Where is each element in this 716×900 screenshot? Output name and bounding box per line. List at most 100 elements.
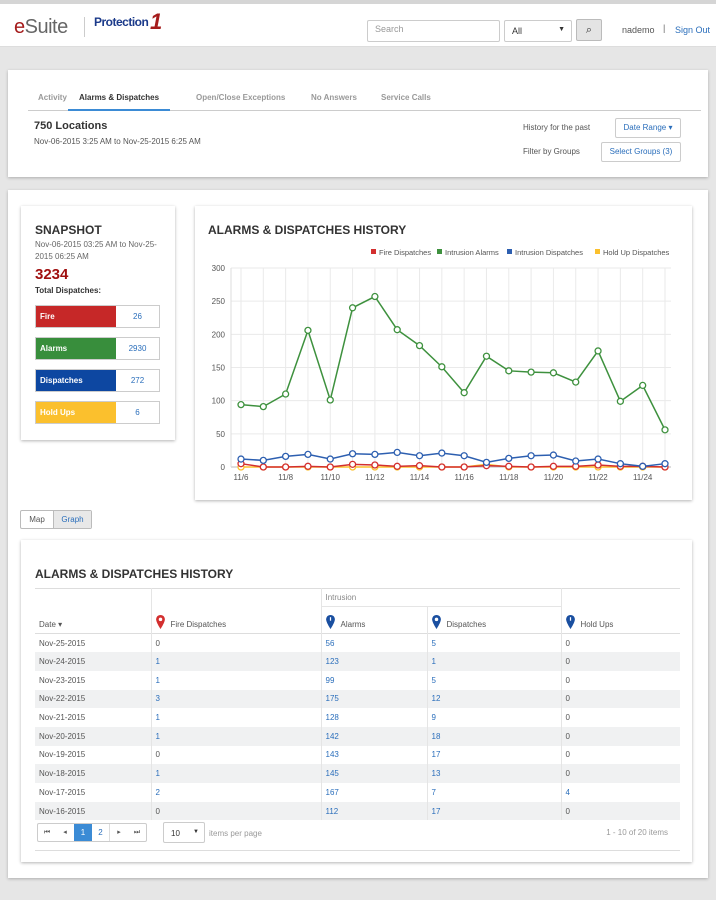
x-tick-label: 11/14 xyxy=(410,473,430,482)
tab-activity[interactable]: Activity xyxy=(38,93,67,102)
snapshot-fire[interactable]: Fire 26 xyxy=(35,305,160,328)
fire-cell[interactable]: 1 xyxy=(151,726,322,746)
col-hold-ups[interactable]: Hold Ups xyxy=(561,589,680,634)
x-tick-label: 11/20 xyxy=(544,473,564,482)
x-tick-label: 11/22 xyxy=(588,473,608,482)
alarms-cell[interactable]: 56 xyxy=(321,633,428,653)
dispatches-cell[interactable]: 18 xyxy=(427,726,562,746)
page-1-button[interactable]: 1 xyxy=(74,824,92,841)
tab-service-calls[interactable]: Service Calls xyxy=(381,93,431,102)
date-cell: Nov-23-2015 xyxy=(35,670,152,690)
sign-out-link[interactable]: Sign Out xyxy=(675,25,710,35)
fire-cell[interactable]: 1 xyxy=(151,764,322,783)
dispatches-cell[interactable]: 7 xyxy=(427,783,562,802)
data-point xyxy=(237,455,245,463)
snapshot-holdups[interactable]: Hold Ups 6 xyxy=(35,401,160,424)
dispatches-cell[interactable]: 12 xyxy=(427,689,562,709)
data-point xyxy=(415,462,424,470)
col-alarms[interactable]: Alarms xyxy=(321,606,428,634)
dispatches-cell[interactable]: 17 xyxy=(427,801,562,821)
x-tick-label: 11/8 xyxy=(278,473,294,482)
data-point xyxy=(393,448,401,457)
page-2-button[interactable]: 2 xyxy=(92,824,110,841)
date-range-text: Nov-06-2015 3:25 AM to Nov-25-2015 6:25 … xyxy=(34,137,201,146)
dispatches-cell[interactable]: 17 xyxy=(427,745,562,765)
date-cell: Nov-21-2015 xyxy=(35,708,152,727)
fire-cell[interactable]: 1 xyxy=(151,652,322,671)
snapshot-dispatches[interactable]: Dispatches 272 xyxy=(35,369,160,392)
per-page-select[interactable]: 10 ▼ xyxy=(163,822,205,843)
alarms-cell[interactable]: 123 xyxy=(321,652,428,671)
last-page-button[interactable]: ⏭ xyxy=(128,824,146,841)
dispatches-cell[interactable]: 5 xyxy=(427,633,562,653)
y-tick-label: 250 xyxy=(212,297,226,306)
summary-panel: Activity Alarms & Dispatches Open/Close … xyxy=(8,70,708,177)
legend-label: Intrusion Alarms xyxy=(445,248,499,257)
data-point xyxy=(259,463,267,471)
filter-label: Filter by Groups xyxy=(523,147,580,156)
snapshot-alarms[interactable]: Alarms 2930 xyxy=(35,337,160,360)
holdups-cell[interactable]: 4 xyxy=(561,783,680,802)
alarms-cell[interactable]: 128 xyxy=(321,708,428,727)
data-point xyxy=(572,378,580,386)
tab-bar: Activity Alarms & Dispatches Open/Close … xyxy=(28,90,701,111)
alarms-cell[interactable]: 175 xyxy=(321,689,428,709)
data-point xyxy=(460,389,468,397)
dispatches-cell[interactable]: 13 xyxy=(427,764,562,783)
alarms-cell[interactable]: 143 xyxy=(321,745,428,765)
data-point xyxy=(527,368,535,376)
search-scope-select[interactable]: All ▼ xyxy=(504,20,572,42)
col-fire-dispatches[interactable]: Fire Dispatches xyxy=(151,588,322,634)
holdups-cell: 0 xyxy=(565,638,570,648)
locations-title: 750 Locations xyxy=(34,120,108,132)
col-dispatches[interactable]: Dispatches xyxy=(427,606,562,634)
next-page-button[interactable]: ▸ xyxy=(110,824,128,841)
table-title: ALARMS & DISPATCHES HISTORY xyxy=(35,567,234,581)
dispatches-cell[interactable]: 9 xyxy=(427,708,562,727)
map-view-button[interactable]: Map xyxy=(21,511,53,528)
search-input[interactable]: Search xyxy=(367,20,500,42)
data-point xyxy=(661,460,669,468)
prev-page-button[interactable]: ◂ xyxy=(56,824,74,841)
tab-alarms-dispatches[interactable]: Alarms & Dispatches xyxy=(68,93,171,111)
data-point xyxy=(438,363,446,371)
x-tick-label: 11/24 xyxy=(633,473,653,482)
first-page-button[interactable]: ⏮ xyxy=(38,824,56,841)
data-point xyxy=(259,456,267,465)
graph-view-button[interactable]: Graph xyxy=(53,511,91,528)
select-groups-button[interactable]: Select Groups (3) xyxy=(601,142,681,162)
fire-cell[interactable]: 2 xyxy=(151,783,322,802)
alarms-cell[interactable]: 112 xyxy=(321,801,428,821)
data-point xyxy=(549,462,558,470)
date-range-button[interactable]: Date Range ▾ xyxy=(615,118,681,138)
per-page-value: 10 xyxy=(171,829,180,838)
holdups-cell: 0 xyxy=(561,726,680,746)
alarms-cell[interactable]: 99 xyxy=(321,670,428,690)
esuite-logo[interactable]: eSuite xyxy=(14,16,68,39)
dispatches-cell[interactable]: 5 xyxy=(427,670,562,690)
date-cell: Nov-16-2015 xyxy=(35,801,152,821)
date-cell: Nov-22-2015 xyxy=(35,689,152,709)
data-point xyxy=(348,450,357,458)
tab-no-answers[interactable]: No Answers xyxy=(311,93,357,102)
fire-cell[interactable]: 1 xyxy=(151,670,322,690)
data-point xyxy=(482,458,491,467)
data-point xyxy=(415,452,424,460)
alarms-cell[interactable]: 167 xyxy=(321,783,428,802)
data-point xyxy=(438,463,446,471)
holdups-cell: 0 xyxy=(565,750,570,760)
tab-open-close-exceptions[interactable]: Open/Close Exceptions xyxy=(196,93,285,102)
logo-divider xyxy=(84,17,85,37)
fire-label: Fire xyxy=(36,306,116,327)
dispatches-value: 272 xyxy=(130,376,145,385)
dispatches-cell[interactable]: 1 xyxy=(427,652,562,671)
col-date[interactable]: Date ▾ xyxy=(35,588,152,634)
data-point xyxy=(281,463,290,471)
search-button[interactable]: ⌕ xyxy=(576,19,602,41)
data-point xyxy=(594,347,602,355)
alarms-cell[interactable]: 145 xyxy=(321,764,428,783)
alarms-cell[interactable]: 142 xyxy=(321,726,428,746)
fire-cell[interactable]: 3 xyxy=(151,689,322,709)
alarms-label: Alarms xyxy=(36,338,116,359)
fire-cell[interactable]: 1 xyxy=(151,708,322,727)
